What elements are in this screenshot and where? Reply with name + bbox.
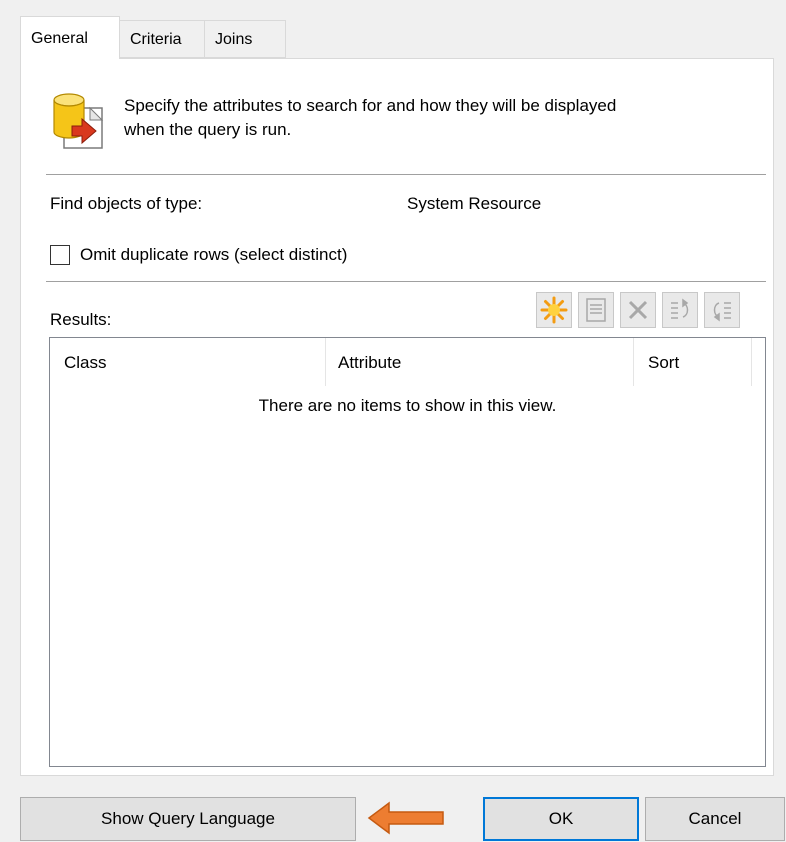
column-divider — [325, 338, 326, 386]
tab-general-label: General — [31, 30, 88, 47]
tab-criteria[interactable]: Criteria — [119, 20, 205, 58]
header-line-1: Specify the attributes to search for and… — [124, 96, 617, 115]
tab-general[interactable]: General — [20, 16, 120, 59]
database-query-icon — [53, 93, 104, 149]
cancel-button[interactable]: Cancel — [645, 797, 785, 841]
new-icon — [540, 296, 568, 324]
show-query-language-label: Show Query Language — [101, 809, 275, 828]
header-description: Specify the attributes to search for and… — [124, 94, 764, 142]
results-list[interactable]: Class Attribute Sort There are no items … — [49, 337, 766, 767]
column-header-class[interactable]: Class — [64, 338, 107, 385]
omit-duplicates-checkbox[interactable] — [50, 245, 70, 265]
object-type-value: System Resource — [407, 194, 542, 213]
left-arrow-icon — [367, 801, 444, 835]
column-divider — [751, 338, 752, 386]
new-button[interactable] — [536, 292, 572, 328]
separator — [46, 174, 766, 176]
tab-criteria-label: Criteria — [130, 31, 182, 48]
move-up-icon — [671, 298, 689, 319]
delete-icon — [628, 300, 648, 320]
results-label: Results: — [50, 310, 112, 329]
tab-joins[interactable]: Joins — [204, 20, 286, 58]
properties-button[interactable] — [578, 292, 614, 328]
ok-button[interactable]: OK — [483, 797, 639, 841]
ok-label: OK — [548, 809, 574, 828]
column-divider — [633, 338, 634, 386]
header-line-2: when the query is run. — [124, 120, 292, 139]
separator — [46, 281, 766, 283]
move-down-icon — [713, 302, 731, 322]
empty-list-message: There are no items to show in this view. — [258, 396, 557, 415]
properties-icon — [586, 298, 606, 322]
cancel-label: Cancel — [688, 809, 742, 828]
delete-button[interactable] — [620, 292, 656, 328]
tab-joins-label: Joins — [215, 31, 253, 48]
move-down-button[interactable] — [704, 292, 740, 328]
move-up-button[interactable] — [662, 292, 698, 328]
column-header-attribute[interactable]: Attribute — [338, 338, 401, 385]
find-objects-label: Find objects of type: — [50, 194, 203, 213]
column-header-sort[interactable]: Sort — [648, 338, 679, 385]
omit-duplicates-label[interactable]: Omit duplicate rows (select distinct) — [80, 245, 347, 265]
show-query-language-button[interactable]: Show Query Language — [20, 797, 356, 841]
